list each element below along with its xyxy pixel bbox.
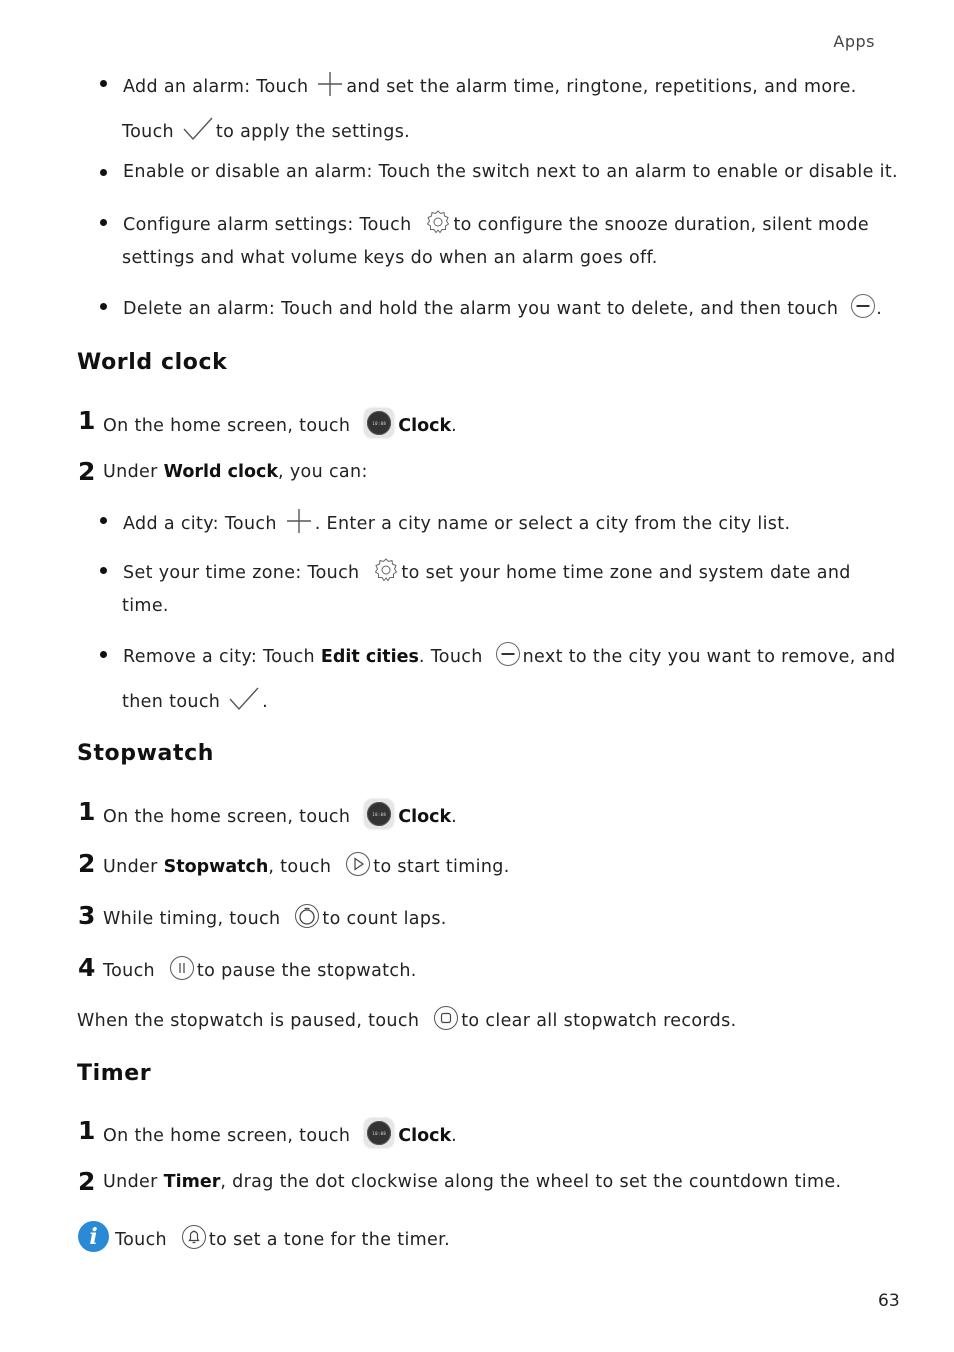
step-number: 2	[78, 457, 96, 486]
page-number: 63	[878, 1291, 900, 1311]
step-open-clock: On the home screen, touch 10:08 Clock.	[103, 799, 457, 832]
list-item-set-time-zone-cont: time.	[122, 596, 169, 616]
pause-icon	[169, 955, 195, 981]
step-number: 2	[78, 1167, 96, 1196]
step-set-countdown: Under Timer, drag the dot clockwise alon…	[103, 1172, 842, 1192]
list-item-enable-alarm: Enable or disable an alarm: Touch the sw…	[123, 162, 898, 182]
bell-icon	[181, 1224, 207, 1250]
step-open-clock: On the home screen, touch 10:08 Clock.	[103, 1118, 457, 1151]
timer-tone-tip: Touch to set a tone for the timer.	[115, 1224, 450, 1253]
clock-app-icon: 10:08	[364, 1118, 395, 1148]
step-count-laps: While timing, touch to count laps.	[103, 903, 447, 932]
step-under-world-clock: Under World clock, you can:	[103, 462, 368, 482]
list-item-apply-settings: Touch to apply the settings.	[122, 116, 410, 145]
bullet-dot	[100, 303, 107, 310]
play-icon	[345, 851, 371, 877]
step-number: 1	[78, 797, 96, 826]
section-title-stopwatch: Stopwatch	[77, 741, 215, 766]
check-icon	[228, 686, 260, 712]
clock-app-icon: 10:08	[364, 799, 395, 829]
step-number: 1	[78, 1116, 96, 1145]
lap-timer-icon	[294, 903, 320, 929]
stop-icon	[433, 1005, 459, 1031]
bullet-dot	[100, 567, 107, 574]
step-number: 4	[78, 953, 96, 982]
stopwatch-clear-note: When the stopwatch is paused, touch to c…	[77, 1005, 736, 1034]
plus-icon	[285, 507, 313, 535]
bullet-dot	[100, 651, 107, 658]
section-title-world-clock: World clock	[77, 350, 228, 375]
check-icon	[182, 116, 214, 142]
list-item-delete-alarm: Delete an alarm: Touch and hold the alar…	[123, 293, 882, 322]
section-header: Apps	[833, 32, 875, 51]
list-item-add-city: Add a city: Touch . Enter a city name or…	[123, 507, 790, 538]
settings-gear-icon	[425, 209, 451, 235]
list-item-remove-city: Remove a city: Touch Edit cities. Touch …	[123, 641, 896, 670]
clock-app-icon: 10:08	[364, 408, 395, 438]
bullet-dot	[100, 517, 107, 524]
info-icon: i	[78, 1221, 109, 1252]
section-title-timer: Timer	[77, 1061, 152, 1086]
list-item-configure-alarm-cont: settings and what volume keys do when an…	[122, 248, 658, 268]
bullet-dot	[100, 169, 107, 176]
list-item-configure-alarm: Configure alarm settings: Touch to confi…	[123, 209, 869, 238]
step-open-clock: On the home screen, touch 10:08 Clock.	[103, 408, 457, 441]
list-item-add-alarm: Add an alarm: Touch and set the alarm ti…	[123, 70, 857, 101]
minus-circle-icon	[495, 641, 521, 667]
plus-icon	[316, 70, 344, 98]
step-number: 1	[78, 406, 96, 435]
bullet-dot	[100, 219, 107, 226]
settings-gear-icon	[373, 557, 399, 583]
step-number: 2	[78, 849, 96, 878]
list-item-set-time-zone: Set your time zone: Touch to set your ho…	[123, 557, 851, 586]
step-start-timing: Under Stopwatch, touch to start timing.	[103, 851, 510, 880]
step-number: 3	[78, 901, 96, 930]
list-item-remove-city-cont: then touch .	[122, 686, 268, 715]
step-pause: Touch to pause the stopwatch.	[103, 955, 417, 984]
bullet-dot	[100, 80, 107, 87]
minus-circle-icon	[850, 293, 876, 319]
